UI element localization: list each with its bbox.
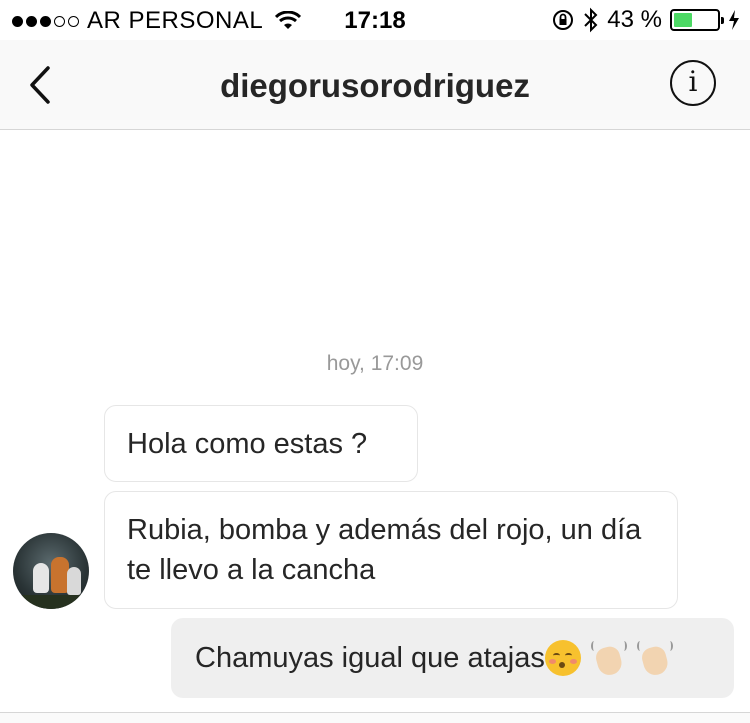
battery-icon <box>670 9 724 31</box>
conversation-title[interactable]: diegorusorodriguez <box>0 67 750 105</box>
outgoing-message[interactable]: Chamuyas igual que atajas <box>171 618 734 698</box>
conversation-header: diegorusorodriguez i <box>0 40 750 130</box>
avatar[interactable] <box>13 533 89 609</box>
message-composer-edge <box>0 712 750 723</box>
message-timestamp: hoy, 17:09 <box>326 352 424 375</box>
charging-icon <box>729 10 739 30</box>
bluetooth-icon <box>584 7 598 33</box>
status-bar: AR PERSONAL 17:18 43 % <box>0 0 750 40</box>
orientation-lock-icon <box>553 10 574 30</box>
battery-percent: 43 % <box>607 6 662 33</box>
incoming-message[interactable]: Hola como estas ? <box>104 405 418 482</box>
waving-hand-emoji <box>636 639 673 678</box>
info-button[interactable]: i <box>670 60 716 106</box>
waving-hand-emoji <box>590 639 627 678</box>
kissing-face-emoji <box>544 640 581 676</box>
outgoing-message-text: Chamuyas igual que atajas <box>195 642 545 674</box>
message-thread[interactable]: hoy, 17:09 Hola como estas ? Rubia, bomb… <box>0 131 750 723</box>
incoming-message[interactable]: Rubia, bomba y además del rojo, un día t… <box>104 491 678 609</box>
battery-fill <box>674 13 693 27</box>
status-right: 43 % <box>551 6 740 34</box>
